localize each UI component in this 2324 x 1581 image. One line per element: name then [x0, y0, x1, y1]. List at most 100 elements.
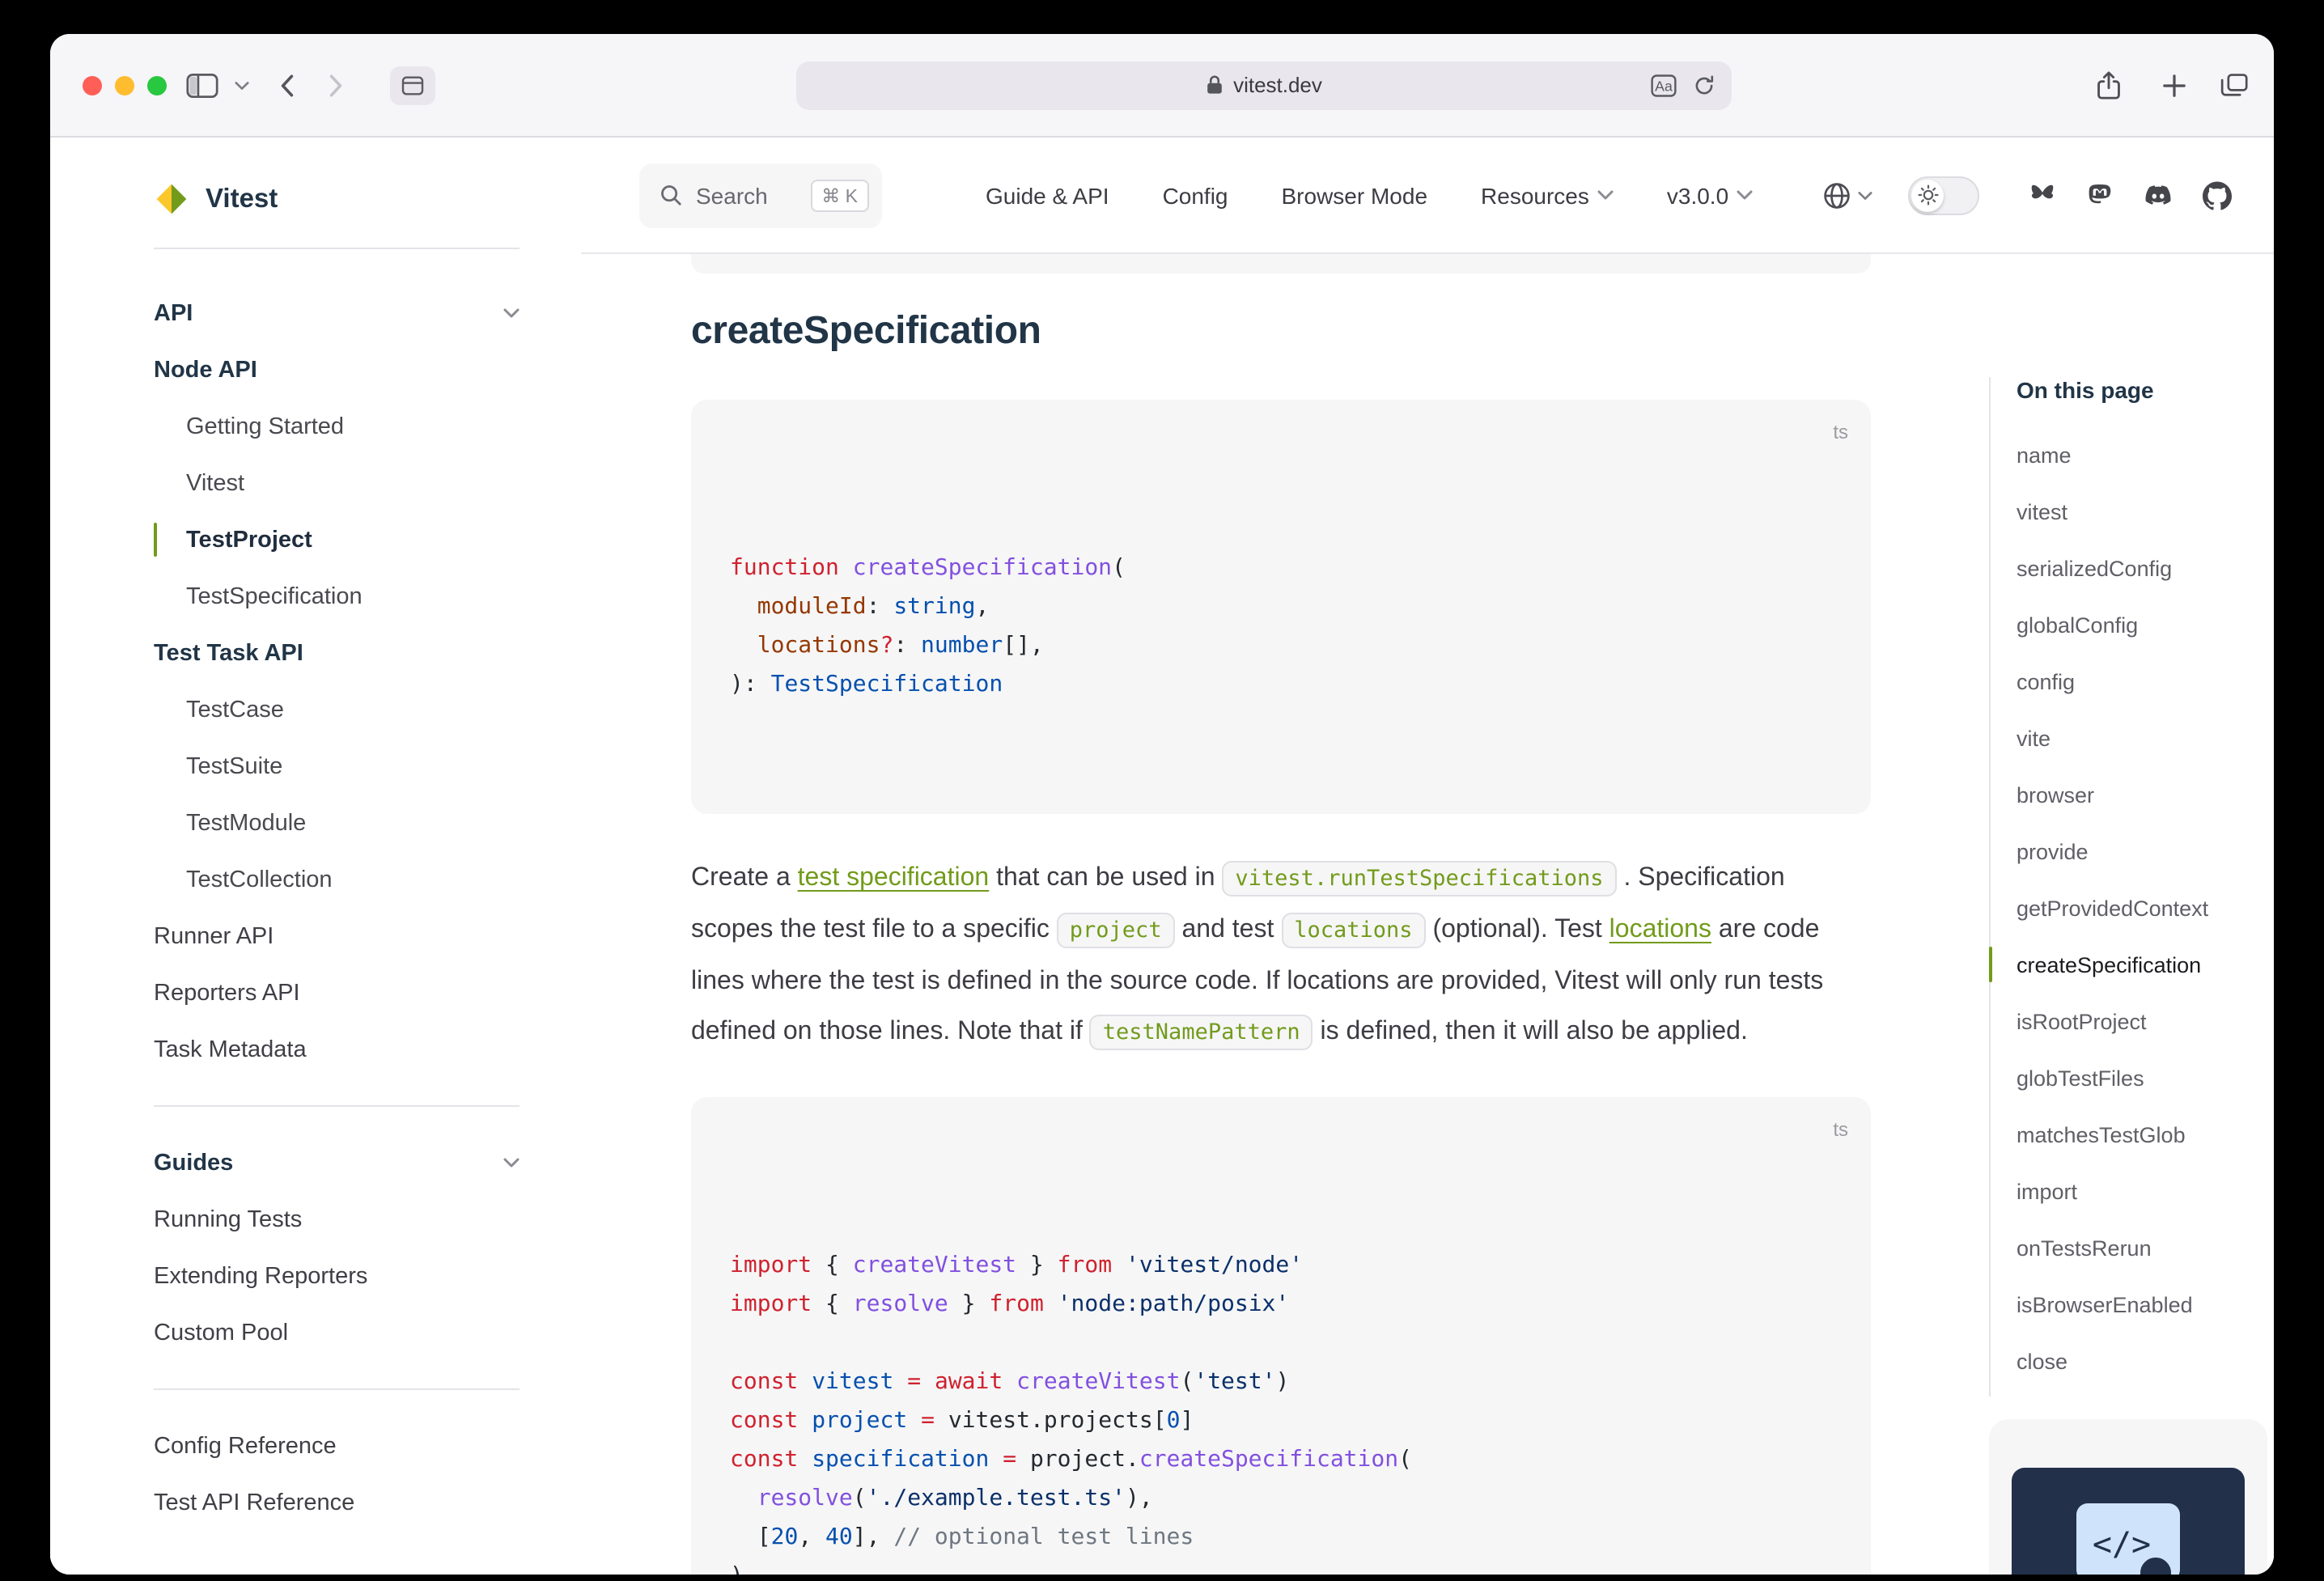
- sidebar-item-task-metadata[interactable]: Task Metadata: [154, 1021, 520, 1078]
- minimize-window-button[interactable]: [115, 75, 134, 95]
- search-button[interactable]: Search ⌘ K: [639, 163, 882, 227]
- sun-icon: [1917, 184, 1938, 206]
- outline-item-getprovidedcontext[interactable]: getProvidedContext: [1989, 880, 2274, 937]
- nav-link-resources[interactable]: Resources: [1481, 182, 1614, 208]
- outline-item-close[interactable]: close: [1989, 1333, 2274, 1390]
- browser-titlebar: vitest.dev Aa: [50, 34, 2274, 138]
- globe-icon: [1822, 180, 1851, 210]
- code-lines: function createSpecification( moduleId: …: [730, 549, 1832, 704]
- close-window-button[interactable]: [83, 75, 102, 95]
- doc-text: is defined, then it will also be applied…: [1313, 1018, 1748, 1045]
- outline-item-name[interactable]: name: [1989, 427, 2274, 484]
- search-icon: [659, 183, 683, 207]
- code-line: function createSpecification(: [730, 549, 1832, 587]
- sidebar-item-label: Guides: [154, 1150, 233, 1176]
- reload-icon: [1693, 74, 1715, 96]
- sponsor-card[interactable]: </>: [1989, 1419, 2267, 1575]
- inline-code-link-testnamepattern[interactable]: testNamePattern: [1090, 1015, 1313, 1050]
- doc-link-test-specification[interactable]: test specification: [798, 864, 990, 892]
- chevron-down-icon: [235, 80, 249, 90]
- code-monitor-icon: </>: [2054, 1494, 2203, 1575]
- language-button[interactable]: [1822, 180, 1872, 210]
- sidebar-item-testcollection[interactable]: TestCollection: [154, 851, 520, 908]
- forward-button[interactable]: [329, 73, 343, 97]
- sidebar-item-testcase[interactable]: TestCase: [154, 681, 520, 738]
- outline-item-import[interactable]: import: [1989, 1163, 2274, 1220]
- sidebar-item-getting-started[interactable]: Getting Started: [154, 398, 520, 455]
- nav-link-browser-mode[interactable]: Browser Mode: [1282, 182, 1428, 208]
- vitest-logo[interactable]: Vitest: [154, 160, 520, 238]
- back-button[interactable]: [280, 73, 295, 97]
- nav-link-label: Browser Mode: [1282, 182, 1428, 208]
- doc-text: Create a: [691, 864, 798, 892]
- sidebar-item-label: Test Task API: [154, 640, 303, 666]
- nav-link-v3-0-0[interactable]: v3.0.0: [1667, 182, 1753, 208]
- sidebar-item-testsuite[interactable]: TestSuite: [154, 738, 520, 795]
- outline-item-ontestsrerun[interactable]: onTestsRerun: [1989, 1220, 2274, 1277]
- mastodon-link[interactable]: [2086, 181, 2114, 209]
- theme-toggle-knob: [1911, 179, 1944, 211]
- reload-button[interactable]: [1693, 74, 1715, 96]
- bluesky-icon: [2028, 181, 2057, 209]
- sidebar-toggle-button[interactable]: [186, 72, 218, 98]
- sidebar-menu-chevron[interactable]: [235, 80, 249, 90]
- outline-item-browser[interactable]: browser: [1989, 767, 2274, 824]
- doc-text: and test: [1175, 916, 1282, 943]
- svg-text:Aa: Aa: [1655, 78, 1673, 94]
- outline-item-globalconfig[interactable]: globalConfig: [1989, 597, 2274, 654]
- outline-item-serializedconfig[interactable]: serializedConfig: [1989, 540, 2274, 597]
- outline-active-marker: [1989, 947, 1992, 982]
- chevron-right-icon: [329, 73, 343, 97]
- sidebar-item-label: API: [154, 300, 193, 326]
- outline-item-globtestfiles[interactable]: globTestFiles: [1989, 1050, 2274, 1107]
- theme-toggle[interactable]: [1908, 176, 1979, 214]
- sidebar-item-test-task-api[interactable]: Test Task API: [154, 625, 520, 681]
- sidebar-item-guides[interactable]: Guides: [154, 1134, 520, 1191]
- sidebar-item-reporters-api[interactable]: Reporters API: [154, 964, 520, 1021]
- code-line: const specification = project.createSpec…: [730, 1440, 1832, 1479]
- sidebar-item-vitest[interactable]: Vitest: [154, 455, 520, 511]
- sidebar-item-runner-api[interactable]: Runner API: [154, 908, 520, 964]
- discord-link[interactable]: [2143, 181, 2173, 209]
- outline-item-createspecification[interactable]: createSpecification: [1989, 937, 2274, 994]
- github-link[interactable]: [2203, 180, 2232, 210]
- sidebar-item-custom-pool[interactable]: Custom Pool: [154, 1304, 520, 1361]
- nav-link-guide-api[interactable]: Guide & API: [986, 182, 1109, 208]
- sidebar-item-test-api-reference[interactable]: Test API Reference: [154, 1474, 520, 1531]
- sidebar-item-testspecification[interactable]: TestSpecification: [154, 568, 520, 625]
- sidebar-item-label: Vitest: [186, 470, 244, 496]
- inline-code-link-vitest-runtestspecifications[interactable]: vitest.runTestSpecifications: [1222, 861, 1616, 896]
- sidebar-item-label: TestSuite: [186, 753, 282, 779]
- tab-overview-button[interactable]: [2220, 72, 2248, 98]
- sidebar-item-config-reference[interactable]: Config Reference: [154, 1418, 520, 1474]
- zoom-window-button[interactable]: [147, 75, 167, 95]
- sidebar-item-testproject[interactable]: TestProject: [154, 511, 520, 568]
- nav-link-config[interactable]: Config: [1163, 182, 1228, 208]
- outline-item-vitest[interactable]: vitest: [1989, 484, 2274, 540]
- doc-link-locations[interactable]: locations: [1609, 916, 1711, 943]
- outline-item-matchestestglob[interactable]: matchesTestGlob: [1989, 1107, 2274, 1163]
- share-icon: [2096, 70, 2122, 100]
- social-links: [2028, 180, 2232, 210]
- outline-item-vite[interactable]: vite: [1989, 710, 2274, 767]
- sidebar-item-node-api[interactable]: Node API: [154, 341, 520, 398]
- sidebar-item-testmodule[interactable]: TestModule: [154, 795, 520, 851]
- translate-button[interactable]: Aa: [1651, 74, 1677, 96]
- sidebar-item-extending-reporters[interactable]: Extending Reporters: [154, 1248, 520, 1304]
- address-bar[interactable]: vitest.dev Aa: [796, 61, 1732, 109]
- mastodon-icon: [2086, 181, 2114, 209]
- sidebar-item-label: Extending Reporters: [154, 1263, 367, 1289]
- new-tab-button[interactable]: [2162, 73, 2186, 97]
- bluesky-link[interactable]: [2028, 181, 2057, 209]
- outline-item-isbrowserenabled[interactable]: isBrowserEnabled: [1989, 1277, 2274, 1333]
- chevron-down-icon: [503, 1157, 520, 1168]
- sidebar-item-running-tests[interactable]: Running Tests: [154, 1191, 520, 1248]
- outline-item-config[interactable]: config: [1989, 654, 2274, 710]
- code-lines: import { createVitest } from 'vitest/nod…: [730, 1246, 1832, 1575]
- sidebar-item-api[interactable]: API: [154, 285, 520, 341]
- share-button[interactable]: [2096, 70, 2122, 100]
- page-settings-button[interactable]: [390, 66, 435, 104]
- outline-item-provide[interactable]: provide: [1989, 824, 2274, 880]
- search-shortcut: ⌘ K: [810, 179, 869, 211]
- outline-item-isrootproject[interactable]: isRootProject: [1989, 994, 2274, 1050]
